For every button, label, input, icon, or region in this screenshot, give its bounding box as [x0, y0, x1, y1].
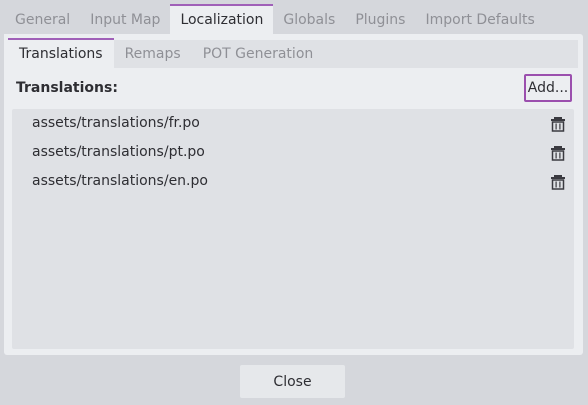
- translations-label: Translations:: [16, 80, 118, 96]
- trash-icon[interactable]: [550, 116, 566, 132]
- tab-globals[interactable]: Globals: [273, 6, 345, 34]
- trash-icon[interactable]: [550, 145, 566, 161]
- tab-translations[interactable]: Translations: [8, 38, 114, 68]
- top-tab-bar: General Input Map Localization Globals P…: [5, 4, 545, 34]
- sub-tab-bar: Translations Remaps POT Generation: [8, 38, 578, 68]
- list-item[interactable]: assets/translations/pt.po: [12, 138, 574, 167]
- tab-localization[interactable]: Localization: [170, 4, 274, 34]
- tab-pot-generation[interactable]: POT Generation: [192, 40, 325, 68]
- tab-plugins[interactable]: Plugins: [345, 6, 415, 34]
- list-item[interactable]: assets/translations/en.po: [12, 167, 574, 196]
- translation-path: assets/translations/fr.po: [32, 115, 200, 131]
- tab-general[interactable]: General: [5, 6, 80, 34]
- localization-panel: Translations Remaps POT Generation Trans…: [4, 34, 583, 355]
- tab-import-defaults[interactable]: Import Defaults: [415, 6, 544, 34]
- list-item[interactable]: assets/translations/fr.po: [12, 109, 574, 138]
- trash-icon[interactable]: [550, 174, 566, 190]
- add-translation-button[interactable]: Add...: [524, 74, 572, 102]
- tab-input-map[interactable]: Input Map: [80, 6, 170, 34]
- translation-path: assets/translations/pt.po: [32, 144, 205, 160]
- tab-remaps[interactable]: Remaps: [114, 40, 192, 68]
- translations-list: assets/translations/fr.po assets/transla…: [12, 109, 574, 349]
- translation-path: assets/translations/en.po: [32, 173, 208, 189]
- close-button[interactable]: Close: [240, 365, 345, 398]
